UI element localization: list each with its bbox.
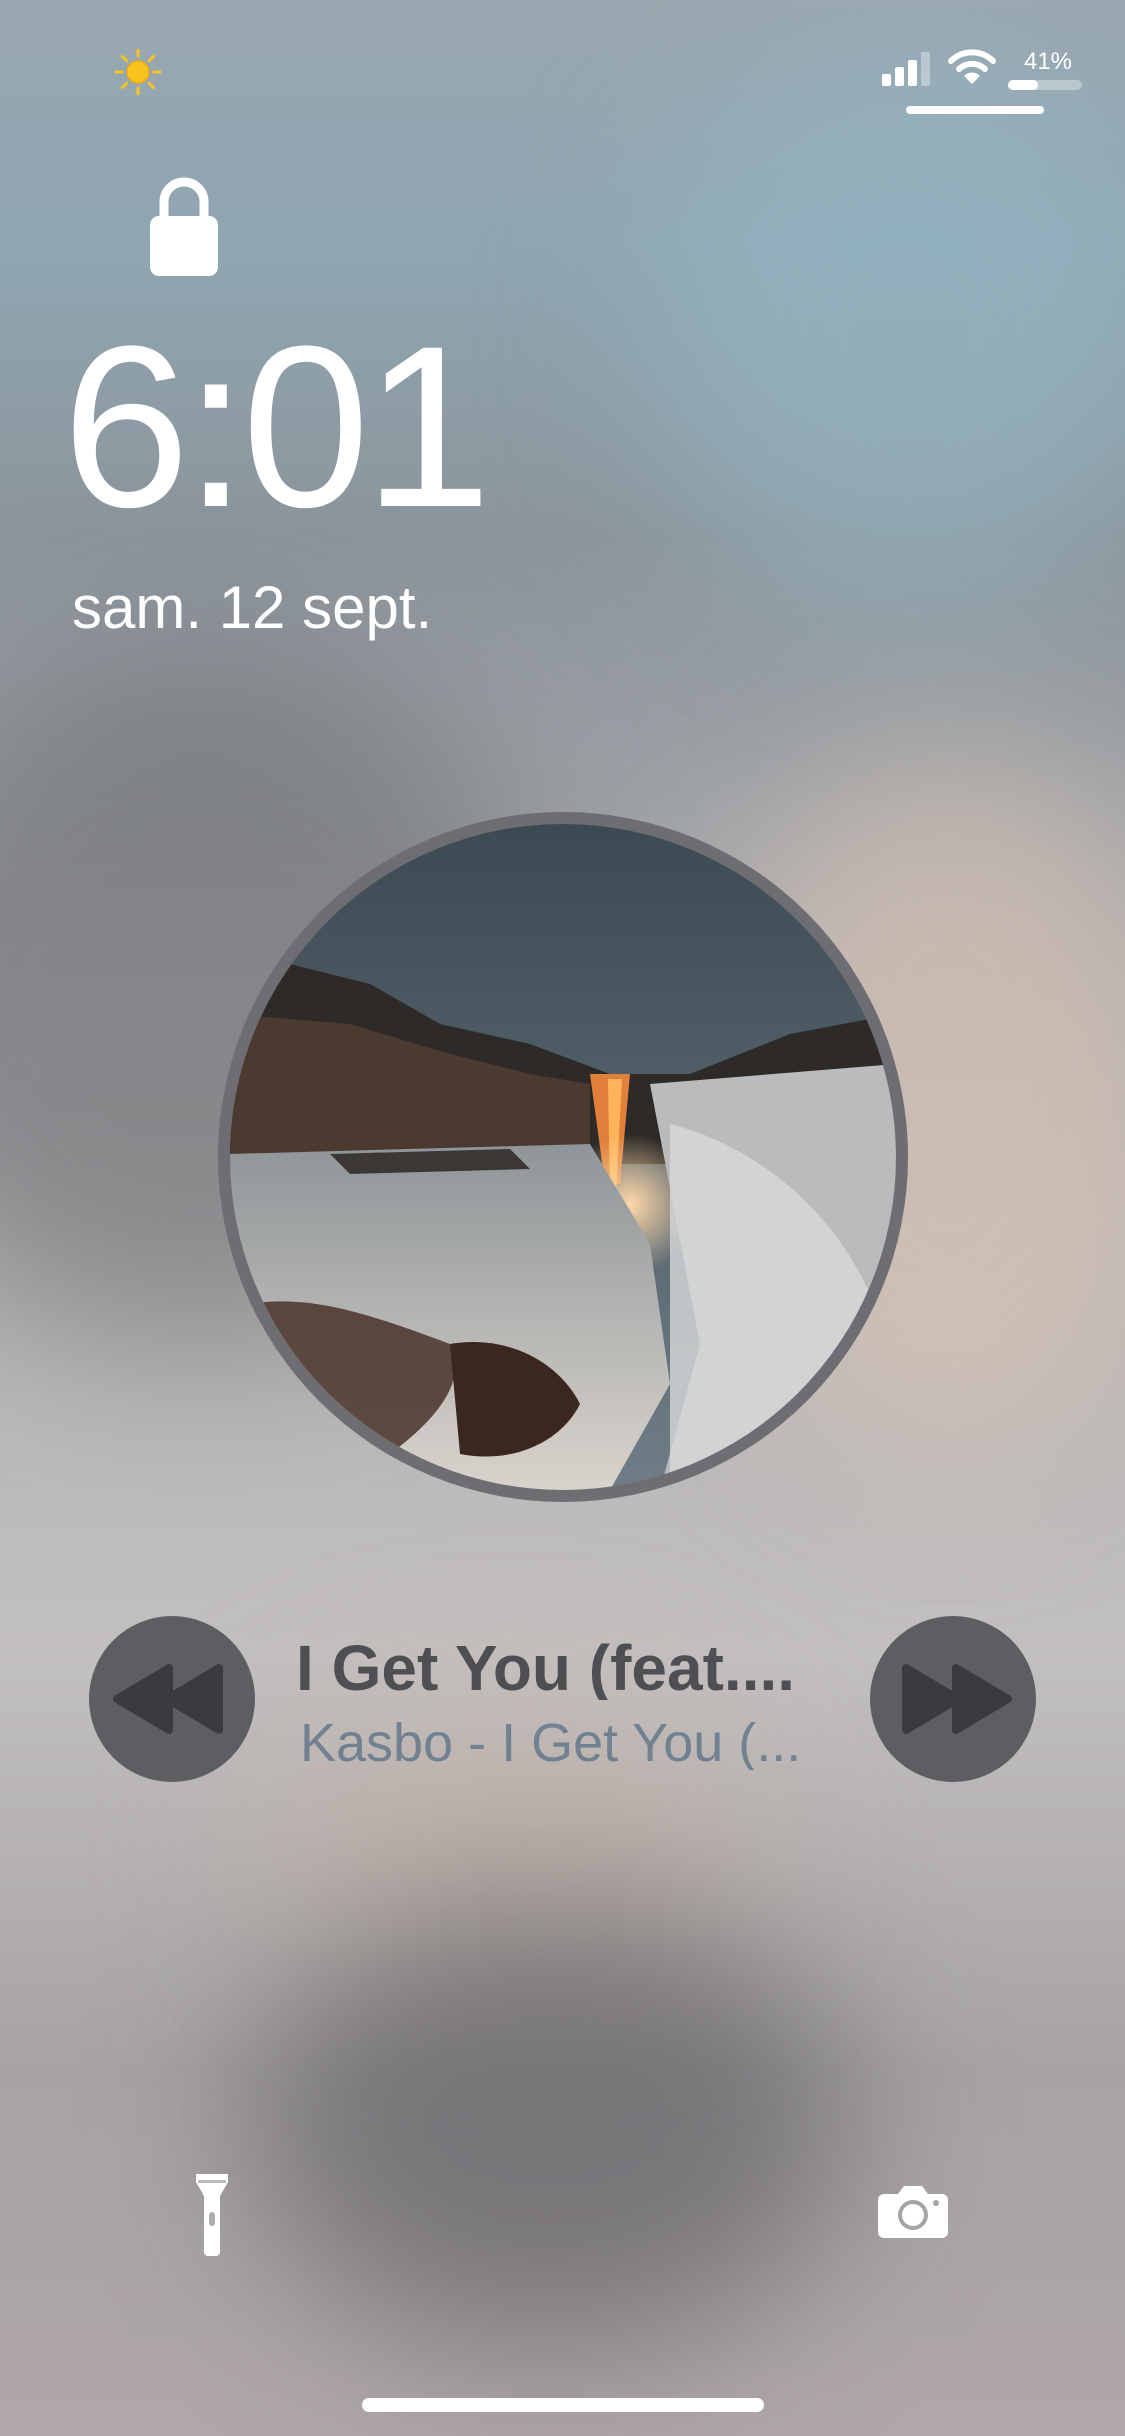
lock-screen: 41% 6:01 sam. 12 sept. I Get You (feat..… [0,0,1125,2436]
padlock-icon [150,177,218,276]
rewind-icon [113,1664,223,1734]
battery-percentage: 41% [1023,48,1073,75]
battery-level-fill [1008,80,1039,90]
album-artwork[interactable] [230,824,896,1490]
control-center-indicator[interactable] [906,106,1044,114]
fast-forward-icon [902,1664,1012,1734]
track-artist-album: Kasbo - I Get You (... [300,1716,802,1770]
sun-icon [114,48,162,96]
next-track-button[interactable] [870,1616,1036,1782]
home-indicator[interactable] [362,2398,764,2412]
flashlight-icon[interactable] [192,2172,232,2256]
previous-track-button[interactable] [89,1616,255,1782]
battery-level-bar [1008,80,1082,90]
lock-screen-time: 6:01 [62,298,492,555]
waterfall-landscape-artwork [230,824,896,1490]
wallpaper-blur-dark-low [250,1900,850,2350]
cellular-signal-icon [882,52,930,86]
lock-screen-date: sam. 12 sept. [72,574,433,641]
wallpaper-blur-blue [650,60,1125,620]
camera-icon[interactable] [878,2182,948,2238]
track-title: I Get You (feat.... [296,1636,796,1700]
wifi-icon [948,49,996,84]
